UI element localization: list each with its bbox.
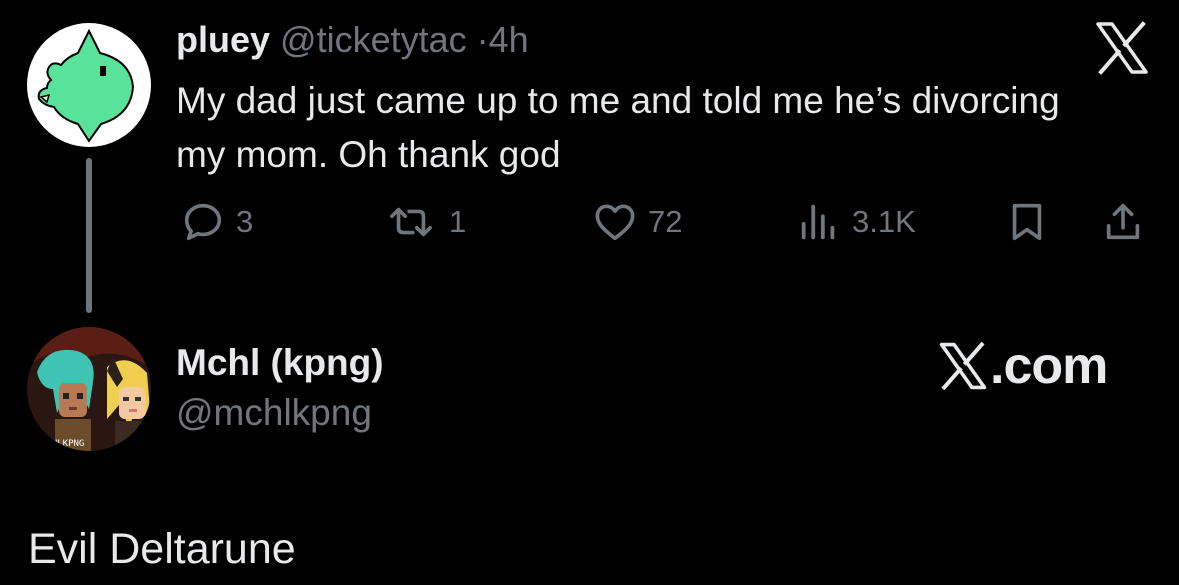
tweet-text: My dad just came up to me and told me he… [176, 80, 1060, 175]
x-logo-icon [939, 341, 987, 391]
quote-display-name[interactable]: Mchl (kpng) [176, 342, 384, 384]
views-button[interactable]: 3.1K [796, 198, 916, 246]
author-handle[interactable]: @ticketytac [280, 19, 467, 60]
pixel-characters-avatar-icon: MCHLKPNG [27, 327, 151, 451]
repost-icon [390, 207, 432, 237]
like-button[interactable]: 72 [592, 198, 682, 246]
header-separator: · [476, 19, 489, 60]
bookmark-button[interactable] [1004, 198, 1050, 246]
repost-count: 1 [449, 204, 467, 239]
author-display-name[interactable]: pluey [176, 19, 270, 60]
caption-text: Evil Deltarune [28, 525, 296, 573]
bookmark-icon [1012, 203, 1042, 241]
reply-count: 3 [236, 204, 254, 239]
reply-button[interactable]: 3 [180, 198, 253, 246]
views-icon [801, 204, 835, 240]
like-count: 72 [648, 204, 683, 239]
views-count: 3.1K [852, 204, 916, 239]
x-logo-icon[interactable] [1094, 20, 1150, 76]
brand-domain-text: .com [990, 337, 1108, 395]
avatar-watermark: MCHLKPNG [41, 439, 84, 449]
green-creature-icon [37, 28, 135, 143]
tweet-time[interactable]: 4h [489, 19, 529, 60]
avatar-mchlkpng[interactable]: MCHLKPNG [27, 327, 151, 451]
heart-icon [595, 204, 635, 241]
repost-button[interactable]: 1 [383, 198, 466, 246]
quote-handle[interactable]: @mchlkpng [176, 392, 372, 434]
share-button[interactable] [1100, 198, 1146, 246]
tweet-header: pluey @ticketytac ·4h [176, 18, 529, 62]
thread-connector-line [86, 158, 92, 313]
share-icon [1106, 203, 1140, 240]
avatar-pluey[interactable] [27, 23, 151, 147]
x-com-brand: .com [938, 336, 1108, 396]
reply-icon [184, 203, 222, 241]
